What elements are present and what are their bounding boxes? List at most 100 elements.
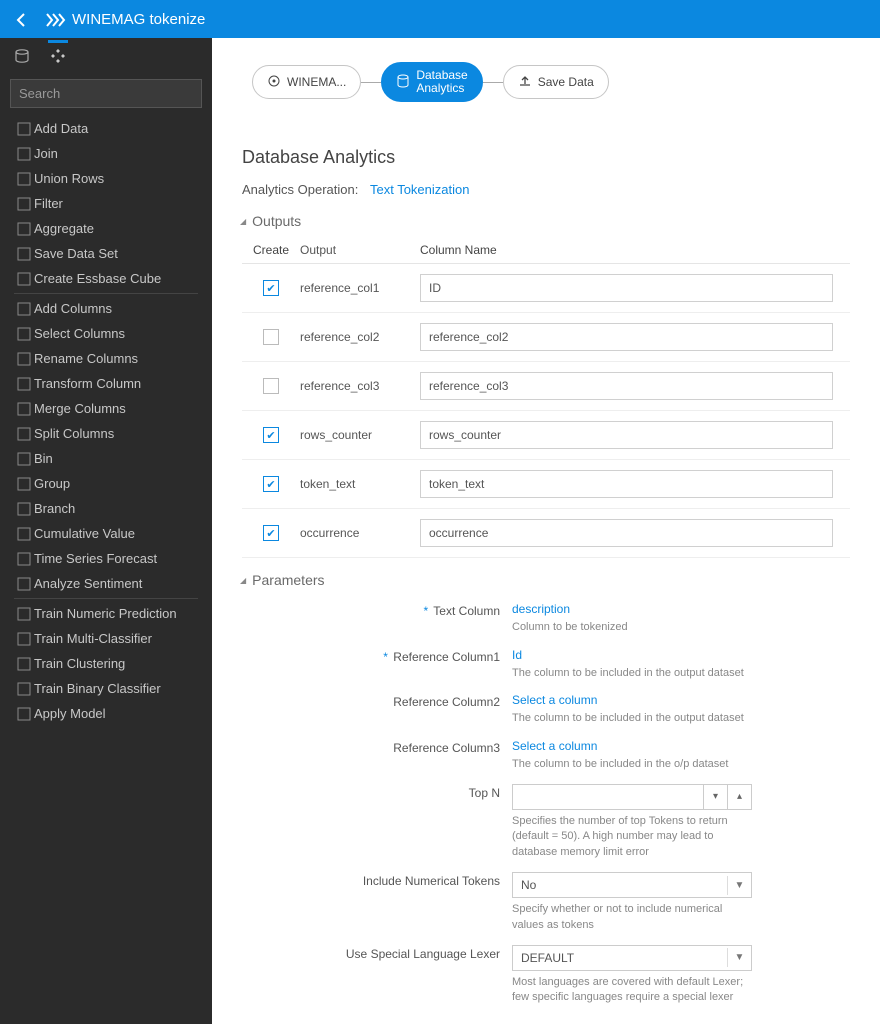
- pipeline-node[interactable]: WINEMA...: [252, 65, 361, 99]
- sidebar-item[interactable]: Train Numeric Prediction: [0, 601, 212, 626]
- chevron-down-icon[interactable]: ▼: [727, 876, 751, 895]
- create-checkbox[interactable]: [263, 378, 279, 394]
- step-icon: [14, 682, 34, 696]
- sidebar-item[interactable]: Cumulative Value: [0, 521, 212, 546]
- spin-down-icon[interactable]: ▾: [704, 784, 728, 810]
- step-icon: [14, 577, 34, 591]
- step-icon: [14, 607, 34, 621]
- param-label: * Reference Column1: [242, 648, 512, 681]
- param-hint: The column to be included in the o/p dat…: [512, 757, 752, 772]
- sidebar-menu: Add DataJoinUnion RowsFilterAggregateSav…: [0, 116, 212, 1024]
- step-icon: [14, 502, 34, 516]
- step-icon: [14, 632, 34, 646]
- sidebar-item[interactable]: Filter: [0, 191, 212, 216]
- step-icon: [14, 707, 34, 721]
- sidebar-item[interactable]: Train Multi-Classifier: [0, 626, 212, 651]
- sidebar-item[interactable]: Select Columns: [0, 321, 212, 346]
- search-box: [10, 79, 202, 108]
- param-row: Reference Column2 Select a columnThe col…: [242, 687, 850, 732]
- output-name: reference_col3: [300, 379, 420, 393]
- back-button[interactable]: [10, 11, 32, 28]
- step-icon: [14, 352, 34, 366]
- sidebar-item[interactable]: Aggregate: [0, 216, 212, 241]
- search-input[interactable]: [10, 79, 202, 108]
- pipeline: WINEMA... DatabaseAnalytics Save Data: [212, 38, 880, 127]
- param-value-link[interactable]: Id: [512, 648, 522, 662]
- op-value-link[interactable]: Text Tokenization: [370, 182, 470, 197]
- sidebar-item[interactable]: Group: [0, 471, 212, 496]
- sidebar-item[interactable]: Join: [0, 141, 212, 166]
- column-name-input[interactable]: [420, 323, 833, 351]
- output-row: ✔ token_text: [242, 460, 850, 509]
- step-icon: [14, 377, 34, 391]
- param-label: Top N: [242, 784, 512, 860]
- sidebar-item[interactable]: Bin: [0, 446, 212, 471]
- step-icon: [14, 657, 34, 671]
- param-label: Reference Column3: [242, 739, 512, 772]
- sidebar-item[interactable]: Apply Model: [0, 701, 212, 726]
- sidebar-item[interactable]: Merge Columns: [0, 396, 212, 421]
- param-hint: Most languages are covered with default …: [512, 975, 752, 1006]
- topn-spinner[interactable]: ▾▴: [512, 784, 752, 810]
- sidebar-item[interactable]: Transform Column: [0, 371, 212, 396]
- step-icon: [14, 427, 34, 441]
- step-icon: [14, 222, 34, 236]
- column-name-input[interactable]: [420, 519, 833, 547]
- step-icon: [14, 122, 34, 136]
- param-row: Reference Column3 Select a column The col…: [242, 733, 850, 778]
- section-title: Database Analytics: [212, 127, 880, 178]
- create-checkbox[interactable]: ✔: [263, 280, 279, 296]
- step-icon: [14, 147, 34, 161]
- sidebar-item[interactable]: Time Series Forecast: [0, 546, 212, 571]
- column-name-input[interactable]: [420, 372, 833, 400]
- param-label: Reference Column2: [242, 693, 512, 726]
- param-hint: Column to be tokenized: [512, 620, 752, 635]
- target-icon: [267, 74, 281, 91]
- param-hint: Specify whether or not to include numeri…: [512, 902, 752, 933]
- step-icon: [14, 302, 34, 316]
- params-collapser[interactable]: Parameters: [212, 568, 880, 592]
- outputs-collapser[interactable]: Outputs: [212, 209, 880, 233]
- page-title: WINEMAG tokenize: [72, 11, 205, 28]
- create-checkbox[interactable]: ✔: [263, 476, 279, 492]
- step-icon: [14, 552, 34, 566]
- operation-row: Analytics Operation: Text Tokenization: [212, 178, 880, 209]
- chevron-down-icon[interactable]: ▼: [727, 948, 751, 967]
- sidebar-item[interactable]: Create Essbase Cube: [0, 266, 212, 291]
- sidebar-item[interactable]: Analyze Sentiment: [0, 571, 212, 596]
- param-label: Use Special Language Lexer: [242, 945, 512, 1006]
- param-select[interactable]: No▼: [512, 872, 752, 898]
- param-value-link[interactable]: description: [512, 602, 570, 616]
- sidebar-item[interactable]: Rename Columns: [0, 346, 212, 371]
- column-name-input[interactable]: [420, 421, 833, 449]
- sidebar-item[interactable]: Train Binary Classifier: [0, 676, 212, 701]
- sidebar-item[interactable]: Add Columns: [0, 296, 212, 321]
- pipeline-node[interactable]: Save Data: [503, 65, 609, 99]
- sidebar-item[interactable]: Train Clustering: [0, 651, 212, 676]
- tab-steps[interactable]: [50, 48, 66, 67]
- create-checkbox[interactable]: ✔: [263, 427, 279, 443]
- sidebar-item[interactable]: Branch: [0, 496, 212, 521]
- param-row: * Reference Column1 IdThe column to be i…: [242, 642, 850, 687]
- db-icon: [396, 74, 410, 91]
- param-select[interactable]: DEFAULT▼: [512, 945, 752, 971]
- output-name: reference_col2: [300, 330, 420, 344]
- column-name-input[interactable]: [420, 470, 833, 498]
- param-value-link[interactable]: Select a column: [512, 739, 597, 753]
- output-name: reference_col1: [300, 281, 420, 295]
- step-icon: [14, 197, 34, 211]
- sidebar-item[interactable]: Union Rows: [0, 166, 212, 191]
- output-row: reference_col3: [242, 362, 850, 411]
- create-checkbox[interactable]: [263, 329, 279, 345]
- spin-up-icon[interactable]: ▴: [728, 784, 752, 810]
- sidebar-item[interactable]: Split Columns: [0, 421, 212, 446]
- step-icon: [14, 247, 34, 261]
- output-row: reference_col2: [242, 313, 850, 362]
- tab-data[interactable]: [14, 48, 30, 67]
- param-value-link[interactable]: Select a column: [512, 693, 597, 707]
- pipeline-node[interactable]: DatabaseAnalytics: [381, 62, 482, 102]
- sidebar-item[interactable]: Save Data Set: [0, 241, 212, 266]
- column-name-input[interactable]: [420, 274, 833, 302]
- sidebar-item[interactable]: Add Data: [0, 116, 212, 141]
- create-checkbox[interactable]: ✔: [263, 525, 279, 541]
